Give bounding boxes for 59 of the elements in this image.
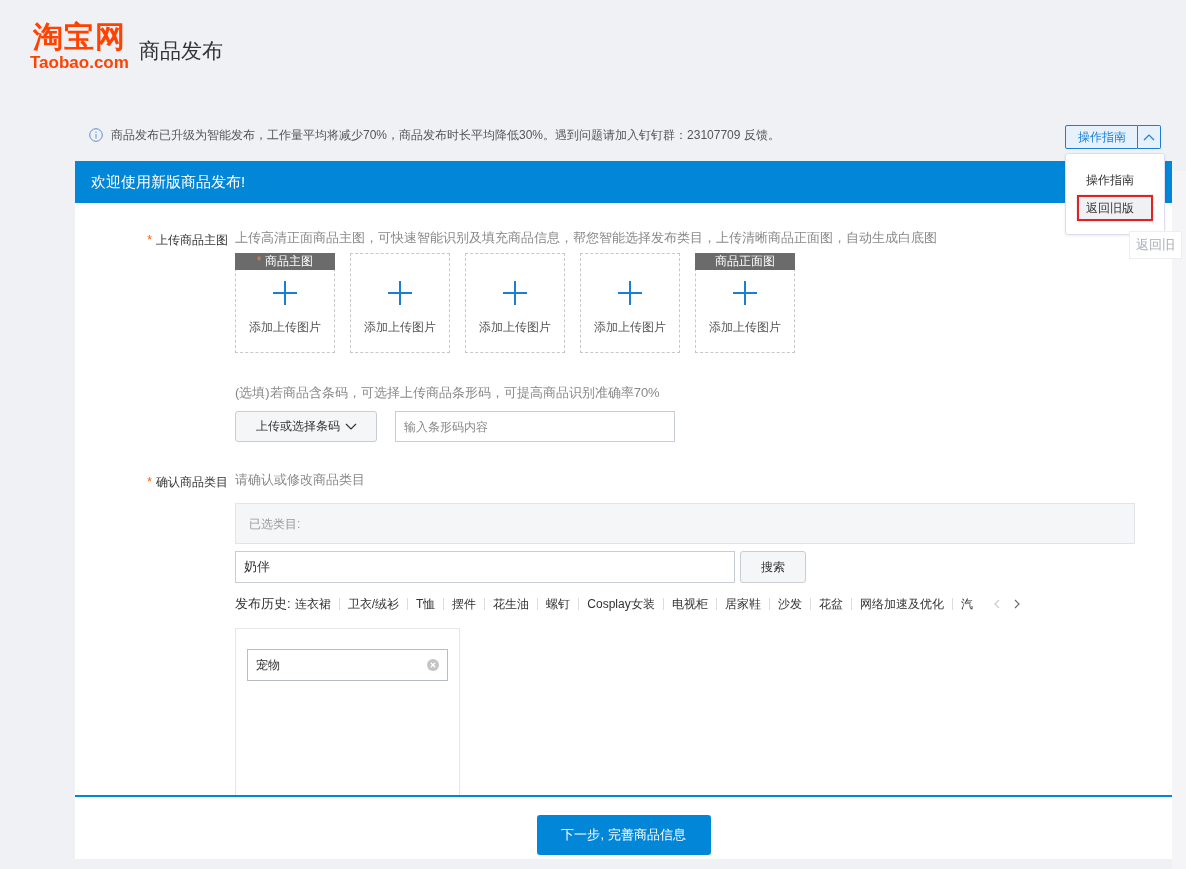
field-label: 确认商品类目: [156, 475, 228, 489]
dropdown-toggle[interactable]: [1138, 125, 1161, 149]
notice-text: 商品发布已升级为智能发布，工作量平均将减少70%，商品发布时长平均降低30%。遇到问题请加入钉钉群：23107709 反馈。: [111, 126, 780, 144]
plus-icon: [733, 280, 757, 305]
required-mark: *: [147, 233, 152, 247]
search-button[interactable]: 搜索: [740, 551, 806, 583]
field-label: 上传商品主图: [156, 233, 228, 247]
history-link[interactable]: 摆件: [443, 598, 485, 610]
required-mark: *: [147, 475, 152, 489]
plus-icon: [273, 280, 297, 305]
slot-text: 添加上传图片: [594, 318, 666, 336]
selected-category-label: 已选类目:: [249, 517, 301, 531]
caret-icon: [344, 422, 357, 431]
history-link[interactable]: 电视柜: [662, 598, 716, 610]
slot-text: 添加上传图片: [364, 318, 436, 336]
slot-tag: * 商品主图: [235, 253, 335, 270]
history-link[interactable]: T恤: [406, 598, 444, 610]
slot-text: 添加上传图片: [479, 318, 551, 336]
history-link[interactable]: 网络加速及优化: [850, 598, 952, 610]
history-link[interactable]: Cosplay女装: [578, 598, 663, 610]
plus-icon: [618, 280, 642, 305]
menu-item[interactable]: 操作指南: [1066, 166, 1164, 194]
image-upload-slot[interactable]: * 商品主图 添加上传图片: [235, 253, 335, 353]
image-upload-slot[interactable]: 商品正面图 添加上传图片: [695, 253, 795, 353]
menu-item[interactable]: 返回旧版: [1076, 194, 1154, 222]
barcode-input[interactable]: 输入条形码内容: [395, 411, 675, 442]
chevron-right-icon[interactable]: [1012, 599, 1021, 609]
slot-text: 添加上传图片: [709, 318, 781, 336]
caret-icon: [1143, 133, 1155, 141]
image-upload-slot[interactable]: 添加上传图片: [580, 253, 680, 353]
page-title: 商品发布: [138, 38, 223, 64]
logo-text: 淘宝网: [32, 21, 126, 53]
filter-field[interactable]: 宠物: [247, 649, 448, 681]
plus-icon: [503, 280, 527, 305]
history-link[interactable]: 连衣裙: [294, 598, 339, 610]
history-link[interactable]: 汽: [951, 598, 981, 610]
slot-tag: 商品正面图: [695, 253, 795, 270]
plus-icon: [388, 280, 412, 305]
guide-button[interactable]: 操作指南: [1065, 125, 1138, 149]
history-link[interactable]: 花生油: [484, 598, 538, 610]
history-link[interactable]: 居家鞋: [715, 598, 769, 610]
next-step-button[interactable]: 下一步, 完善商品信息: [536, 815, 711, 855]
barcode-button[interactable]: 上传或选择条码: [235, 411, 377, 442]
image-upload-slot[interactable]: 添加上传图片: [465, 253, 565, 353]
slot-text: 添加上传图片: [249, 318, 321, 336]
info-icon: [89, 128, 103, 142]
history-link[interactable]: 卫衣/绒衫: [338, 598, 407, 610]
hint-text: (选填)若商品含条码，可选择上传商品条形码，可提高商品识别准确率70%: [235, 385, 660, 401]
hint-text: 请确认或修改商品类目: [235, 472, 365, 488]
search-field[interactable]: 奶伴: [235, 551, 735, 583]
image-upload-slot[interactable]: 添加上传图片: [350, 253, 450, 353]
history-link[interactable]: 螺钉: [537, 598, 579, 610]
logo-domain: Taobao.com: [30, 53, 129, 73]
hint-text: 上传高清正面商品主图，可快速智能识别及填充商品信息，帮您智能选择发布类目，上传清晰商品正面图，自动生成白底图: [235, 230, 937, 246]
ghost-label: 返回旧: [1129, 231, 1182, 259]
history-label: 发布历史:: [235, 595, 291, 613]
history-link[interactable]: 沙发: [768, 598, 810, 610]
filter-value: 宠物: [256, 656, 280, 674]
history-link[interactable]: 花盆: [809, 598, 851, 610]
